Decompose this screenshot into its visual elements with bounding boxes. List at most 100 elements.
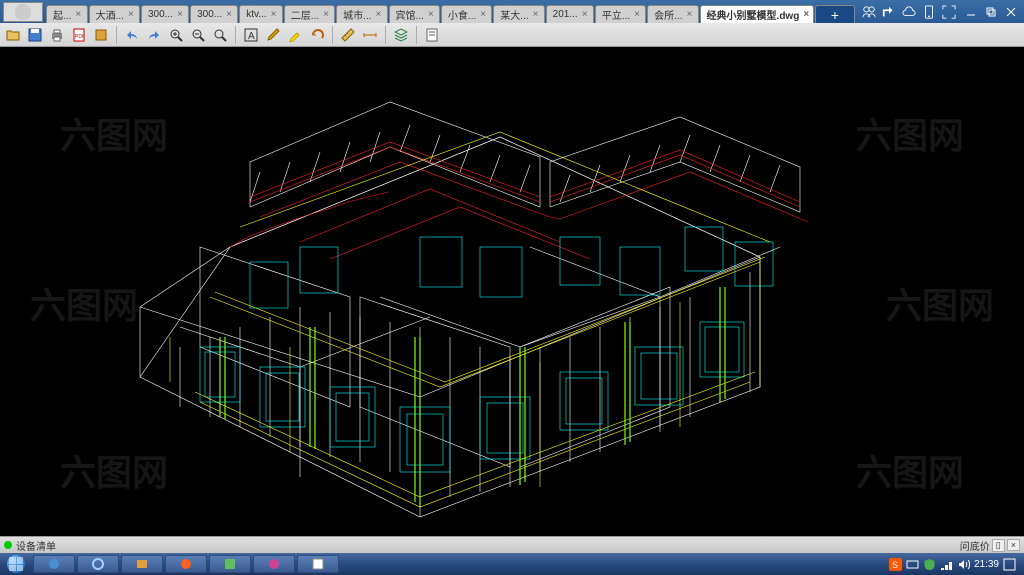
tab-item[interactable]: 300... × <box>141 5 189 23</box>
tab-item-active[interactable]: 经典小别墅模型.dwg× <box>700 5 814 23</box>
layers-button[interactable] <box>392 26 410 44</box>
tab-label: 起... <box>53 7 71 22</box>
minimize-button[interactable] <box>962 5 980 19</box>
tab-label: ktv... <box>246 9 266 20</box>
svg-text:S: S <box>892 560 898 570</box>
close-icon[interactable]: × <box>582 9 588 20</box>
tab-item[interactable]: 起... × <box>46 5 88 23</box>
open-button[interactable] <box>4 26 22 44</box>
tab-label: 201... <box>553 9 578 20</box>
main-toolbar: PDF A <box>0 23 1024 47</box>
export-button[interactable] <box>92 26 110 44</box>
user-avatar[interactable] <box>3 2 43 22</box>
security-icon[interactable] <box>923 558 936 571</box>
volume-icon[interactable] <box>957 558 970 571</box>
close-icon[interactable]: × <box>323 9 329 20</box>
start-button[interactable] <box>0 553 32 575</box>
toolbar-separator <box>385 26 386 44</box>
close-button[interactable] <box>1002 5 1020 19</box>
zoom-fit-button[interactable] <box>211 26 229 44</box>
status-right-label[interactable]: 问底价 <box>960 538 990 553</box>
clock[interactable]: 21:39 <box>974 559 999 570</box>
tab-label: 会所... <box>654 7 682 22</box>
tab-item[interactable]: 大酒... × <box>89 5 140 23</box>
status-button[interactable]: ▯ <box>992 539 1005 552</box>
close-icon[interactable]: × <box>271 9 277 20</box>
print-button[interactable] <box>48 26 66 44</box>
show-desktop-icon[interactable] <box>1003 558 1016 571</box>
save-button[interactable] <box>26 26 44 44</box>
toolbar-separator <box>235 26 236 44</box>
status-indicator-icon <box>4 541 12 549</box>
keyboard-icon[interactable] <box>906 558 919 571</box>
mobile-icon[interactable] <box>922 5 936 19</box>
cad-viewport[interactable]: 六图网 六图网 六图网 六图网 六图网 六图网 <box>0 47 1024 536</box>
title-right-icons <box>856 5 962 19</box>
tab-item[interactable]: 城市... × <box>336 5 387 23</box>
close-icon[interactable]: × <box>376 9 382 20</box>
taskbar-app[interactable] <box>33 555 75 573</box>
taskbar-app[interactable] <box>165 555 207 573</box>
revert-button[interactable] <box>308 26 326 44</box>
undo-button[interactable] <box>123 26 141 44</box>
taskbar-app[interactable] <box>121 555 163 573</box>
taskbar-app[interactable] <box>253 555 295 573</box>
pdf-button[interactable]: PDF <box>70 26 88 44</box>
zoom-in-button[interactable] <box>167 26 185 44</box>
plus-icon: + <box>831 7 839 23</box>
system-tray: S 21:39 <box>889 558 1024 571</box>
tab-item[interactable]: 平立...× <box>595 5 646 23</box>
tab-item[interactable]: 201... × <box>546 5 594 23</box>
users-icon[interactable] <box>862 5 876 19</box>
measure-button[interactable] <box>339 26 357 44</box>
status-close-button[interactable]: × <box>1007 539 1020 551</box>
tab-item[interactable]: 某大... × <box>493 5 544 23</box>
close-icon[interactable]: × <box>177 9 183 20</box>
toolbar-separator <box>416 26 417 44</box>
close-icon[interactable]: × <box>226 9 232 20</box>
properties-button[interactable] <box>423 26 441 44</box>
tab-label: 城市... <box>343 7 371 22</box>
tab-item[interactable]: 宾馆... × <box>389 5 440 23</box>
new-tab-button[interactable]: + <box>815 5 855 23</box>
tab-item[interactable]: 小食...× <box>441 5 492 23</box>
tab-item[interactable]: 会所... × <box>647 5 698 23</box>
taskbar-app[interactable] <box>297 555 339 573</box>
close-icon[interactable]: × <box>634 9 640 20</box>
taskbar-app[interactable] <box>77 555 119 573</box>
fullscreen-icon[interactable] <box>942 5 956 19</box>
text-button[interactable]: A <box>242 26 260 44</box>
tab-label: 大酒... <box>96 7 124 22</box>
tab-label: 宾馆... <box>396 7 424 22</box>
tab-label: 某大... <box>500 7 528 22</box>
tab-item[interactable]: 300... × <box>190 5 238 23</box>
share-icon[interactable] <box>882 5 896 19</box>
close-icon[interactable]: × <box>803 9 809 20</box>
pencil-button[interactable] <box>264 26 282 44</box>
dimension-button[interactable] <box>361 26 379 44</box>
tab-label: 二层... <box>291 7 319 22</box>
cloud-icon[interactable] <box>902 5 916 19</box>
tab-label: 300... <box>148 9 173 20</box>
tab-item[interactable]: 二层... × <box>284 5 335 23</box>
highlight-button[interactable] <box>286 26 304 44</box>
tab-item[interactable]: ktv... × <box>239 5 283 23</box>
tab-label: 300... <box>197 9 222 20</box>
close-icon[interactable]: × <box>480 9 486 20</box>
toolbar-separator <box>116 26 117 44</box>
maximize-button[interactable] <box>982 5 1000 19</box>
close-icon[interactable]: × <box>75 9 81 20</box>
close-icon[interactable]: × <box>687 9 693 20</box>
network-icon[interactable] <box>940 558 953 571</box>
status-bar: 设备清单 问底价 ▯ × <box>0 536 1024 553</box>
document-tabs: 起... × 大酒... × 300... × 300... × ktv... × 二层.… <box>46 0 856 23</box>
close-icon[interactable]: × <box>428 9 434 20</box>
tab-label: 经典小别墅模型.dwg <box>707 7 800 22</box>
redo-button[interactable] <box>145 26 163 44</box>
close-icon[interactable]: × <box>533 9 539 20</box>
close-icon[interactable]: × <box>128 9 134 20</box>
toolbar-separator <box>332 26 333 44</box>
ime-icon[interactable]: S <box>889 558 902 571</box>
zoom-out-button[interactable] <box>189 26 207 44</box>
taskbar-app[interactable] <box>209 555 251 573</box>
